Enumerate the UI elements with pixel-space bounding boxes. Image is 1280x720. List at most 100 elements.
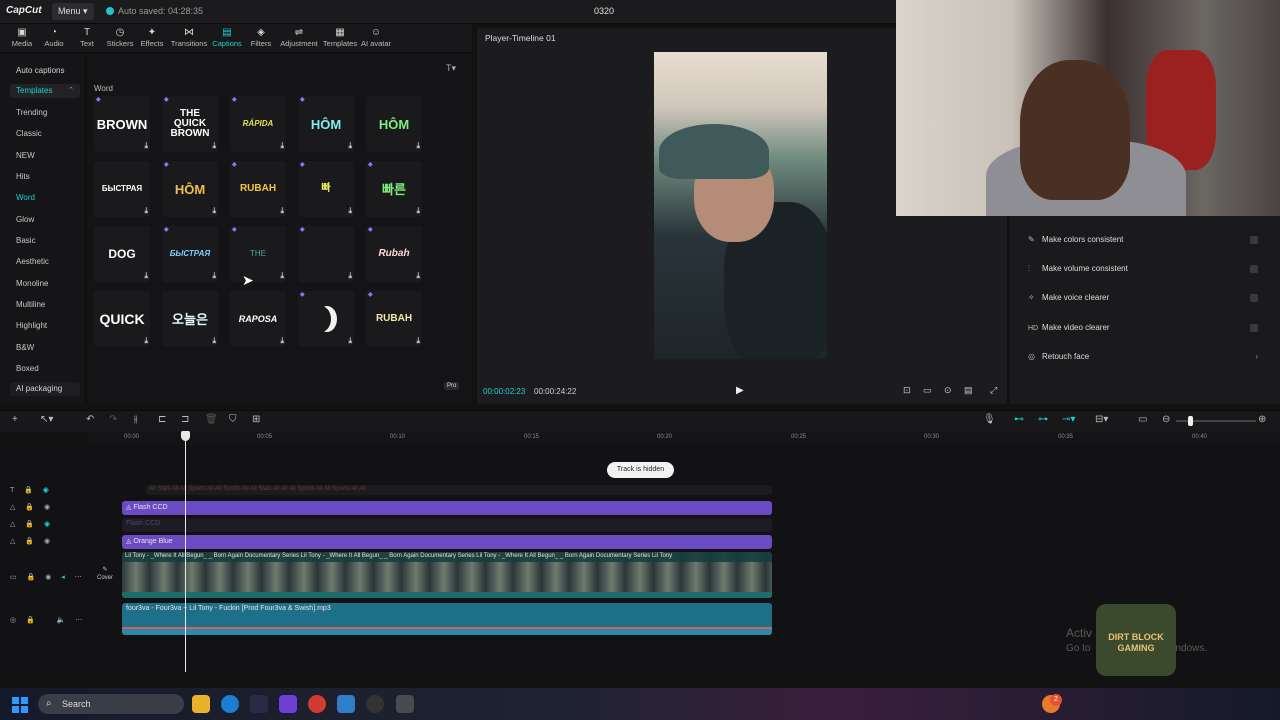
template-card[interactable]: ◆ HÔM ⤓ bbox=[298, 96, 354, 152]
taskbar-search[interactable]: ⌕ Search bbox=[38, 694, 184, 714]
video-preview[interactable] bbox=[654, 52, 827, 359]
link-icon[interactable]: ⊷ bbox=[1014, 414, 1024, 425]
toggle[interactable] bbox=[1250, 265, 1258, 273]
download-icon[interactable]: ⤓ bbox=[416, 337, 420, 345]
crop-icon[interactable]: ⊡ bbox=[903, 385, 911, 396]
filter-icon[interactable]: T▾ bbox=[446, 63, 456, 74]
app-icon[interactable] bbox=[250, 695, 268, 713]
download-icon[interactable]: ⤓ bbox=[212, 142, 216, 150]
template-card[interactable]: ◆ 빠 ⤓ bbox=[298, 161, 354, 217]
template-card[interactable]: ◆ 빠른 ⤓ bbox=[366, 161, 422, 217]
enhance-volume[interactable]: ⫶ Make volume consistent bbox=[1028, 264, 1258, 274]
enhance-retouch[interactable]: ◎ Retouch face › bbox=[1028, 352, 1258, 361]
download-icon[interactable]: ⤓ bbox=[144, 207, 148, 215]
nav-trending[interactable]: Trending bbox=[16, 108, 47, 117]
preview-axis-icon[interactable]: ⊟▾ bbox=[1095, 414, 1108, 425]
track-controls-effect-hidden[interactable]: △ 🔒 ◉ bbox=[10, 520, 54, 528]
captions-toggle-icon[interactable]: ▭ bbox=[1138, 414, 1147, 425]
magnet-icon[interactable]: ⊶ bbox=[1038, 414, 1048, 425]
download-icon[interactable]: ⤓ bbox=[280, 337, 284, 345]
add-icon[interactable]: + bbox=[12, 414, 18, 425]
template-card[interactable]: ◆ ⤓ bbox=[298, 226, 354, 282]
play-button[interactable]: ▶ bbox=[736, 385, 744, 396]
menu-button[interactable]: Menu ▾ bbox=[52, 3, 94, 20]
effect-clip-flash[interactable]: ◬ Flash CCD bbox=[122, 501, 772, 515]
cover-button[interactable]: ✎ Cover bbox=[94, 566, 116, 588]
effect-clip-hidden[interactable]: Flash CCD bbox=[122, 518, 772, 532]
enhance-colors[interactable]: ✎ Make colors consistent bbox=[1028, 235, 1258, 244]
nav-auto-captions[interactable]: Auto captions bbox=[10, 64, 80, 78]
filter-clip-orange-blue[interactable]: ◬ Orange Blue bbox=[122, 535, 772, 549]
aspect-ratio-icon[interactable]: ▤ bbox=[964, 385, 973, 396]
tool-adjustment[interactable]: ⇌ Adjustment bbox=[279, 27, 319, 48]
toggle[interactable] bbox=[1250, 324, 1258, 332]
template-card[interactable]: ◆ RUBAH ⤓ bbox=[366, 291, 422, 347]
delete-icon[interactable]: 🗑 bbox=[205, 414, 218, 425]
template-card[interactable]: ◆ Rubah ⤓ bbox=[366, 226, 422, 282]
download-icon[interactable]: ⤓ bbox=[212, 207, 216, 215]
tool-transitions[interactable]: ⋈ Transitions bbox=[169, 27, 209, 48]
download-icon[interactable]: ⤓ bbox=[416, 272, 420, 280]
shield-icon[interactable]: ⛉ bbox=[229, 414, 237, 425]
download-icon[interactable]: ⤓ bbox=[280, 207, 284, 215]
template-card[interactable]: ◆ RUBAH ⤓ bbox=[230, 161, 286, 217]
template-card[interactable]: БЫСТРАЯ ⤓ bbox=[94, 161, 150, 217]
download-icon[interactable]: ⤓ bbox=[144, 337, 148, 345]
download-icon[interactable]: ⤓ bbox=[280, 142, 284, 150]
download-icon[interactable]: ⤓ bbox=[212, 337, 216, 345]
download-icon[interactable]: ⤓ bbox=[416, 207, 420, 215]
mail-icon[interactable] bbox=[337, 695, 355, 713]
tool-templates[interactable]: ▦ Templates bbox=[320, 27, 360, 48]
fullscreen-icon[interactable]: ⤢ bbox=[990, 385, 997, 396]
audio-clip[interactable]: four3va - Four3va + Lil Tony - Fuckin [P… bbox=[122, 603, 772, 635]
split-right-icon[interactable]: ⊐ bbox=[181, 414, 189, 425]
app-grid-icon[interactable] bbox=[279, 695, 297, 713]
text-clip[interactable]: All Slats All All Sports All All Sports … bbox=[146, 485, 772, 495]
file-explorer-icon[interactable] bbox=[192, 695, 210, 713]
zoom-out-icon[interactable]: ⊖ bbox=[1162, 414, 1170, 425]
zoom-fit-icon[interactable]: ⊙ bbox=[944, 385, 952, 396]
auto-reframe-icon[interactable]: ⊞ bbox=[252, 414, 260, 425]
enhance-voice[interactable]: ✧ Make voice clearer bbox=[1028, 293, 1258, 302]
template-card[interactable]: HÔM ⤓ bbox=[366, 96, 422, 152]
download-icon[interactable]: ⤓ bbox=[280, 272, 284, 280]
template-card[interactable]: ◆ HÔM ⤓ bbox=[162, 161, 218, 217]
template-card[interactable]: QUICK ⤓ bbox=[94, 291, 150, 347]
download-icon[interactable]: ⤓ bbox=[348, 142, 352, 150]
nav-word[interactable]: Word bbox=[16, 193, 35, 202]
nav-classic[interactable]: Classic bbox=[16, 129, 42, 138]
ratio-icon[interactable]: ▭ bbox=[923, 385, 932, 396]
nav-glow[interactable]: Glow bbox=[16, 215, 34, 224]
microphone-icon[interactable]: 🎙 bbox=[983, 414, 996, 425]
template-card[interactable]: ◆ THE ⤓ bbox=[230, 226, 286, 282]
playhead-handle[interactable] bbox=[181, 431, 190, 441]
nav-basic[interactable]: Basic bbox=[16, 236, 36, 245]
tool-ai-avatar[interactable]: ☺ AI avatar bbox=[356, 27, 396, 48]
template-card[interactable]: RAPOSA ⤓ bbox=[230, 291, 286, 347]
enhance-video[interactable]: HD Make video clearer bbox=[1028, 323, 1258, 332]
download-icon[interactable]: ⤓ bbox=[348, 207, 352, 215]
track-controls-audio[interactable]: ◎ 🔒 🔈 ⋯ bbox=[10, 616, 86, 624]
download-icon[interactable]: ⤓ bbox=[212, 272, 216, 280]
template-card[interactable]: ◆ BROWN ⤓ bbox=[94, 96, 150, 152]
redo-icon[interactable]: ↷ bbox=[109, 414, 117, 425]
capcut-taskbar-icon[interactable] bbox=[396, 695, 414, 713]
download-icon[interactable]: ⤓ bbox=[348, 337, 352, 345]
download-icon[interactable]: ⤓ bbox=[144, 272, 148, 280]
toggle[interactable] bbox=[1250, 294, 1258, 302]
nav-aesthetic[interactable]: Aesthetic bbox=[16, 257, 49, 266]
linkage-icon[interactable]: ⊸▾ bbox=[1062, 414, 1075, 425]
undo-icon[interactable]: ↶ bbox=[86, 414, 94, 425]
track-controls-main[interactable]: ▭ 🔒 ◉ ◂ ⋯ bbox=[10, 573, 86, 581]
template-card[interactable]: ◆ RÁPIDA ⤓ bbox=[230, 96, 286, 152]
nav-new[interactable]: NEW bbox=[16, 151, 35, 160]
template-card[interactable]: ◆ THE QUICK BROWN ⤓ bbox=[162, 96, 218, 152]
tool-effects[interactable]: ✦ Effects bbox=[132, 27, 172, 48]
nav-ai-packaging[interactable]: AI packaging bbox=[10, 382, 80, 396]
nav-boxed[interactable]: Boxed bbox=[16, 364, 39, 373]
toggle[interactable] bbox=[1250, 236, 1258, 244]
obs-icon[interactable] bbox=[366, 695, 384, 713]
nav-highlight[interactable]: Highlight bbox=[16, 321, 47, 330]
download-icon[interactable]: ⤓ bbox=[144, 142, 148, 150]
nav-templates[interactable]: Templates ⌃ bbox=[10, 84, 80, 98]
